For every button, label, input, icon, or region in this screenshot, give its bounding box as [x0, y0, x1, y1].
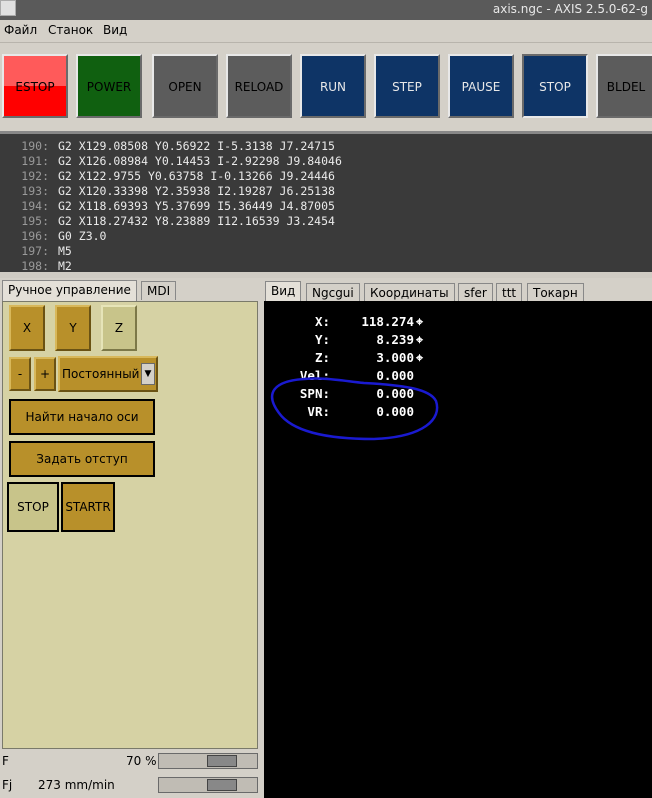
line-number: 190:: [21, 139, 49, 153]
line-number: 197:: [21, 244, 49, 258]
gcode-text: M5: [58, 244, 72, 258]
power-button[interactable]: POWER: [76, 54, 142, 118]
line-number: 191:: [21, 154, 49, 168]
feed-override-thumb[interactable]: [207, 755, 237, 767]
jog-plus-label: +: [39, 367, 51, 381]
pause-button[interactable]: PAUSE: [448, 54, 514, 118]
tab-view[interactable]: Вид: [265, 281, 302, 302]
power-label: POWER: [86, 80, 132, 94]
line-number: 194:: [21, 199, 49, 213]
chevron-down-icon[interactable]: ▼: [141, 363, 155, 385]
jog-speed-slider[interactable]: [158, 777, 258, 793]
line-number: 195:: [21, 214, 49, 228]
touch-off-label: Задать отступ: [36, 452, 128, 466]
home-axis-label: Найти начало оси: [25, 410, 139, 424]
line-number: 196:: [21, 229, 49, 243]
jog-speed-thumb[interactable]: [207, 779, 237, 791]
gcode-text: G2 X120.33398 Y2.35938 I2.19287 J6.25138: [58, 184, 335, 198]
open-button[interactable]: OPEN: [152, 54, 218, 118]
dro-display[interactable]: X: 118.274 ⌖ Y: 8.239 ⌖ Z: 3.000 ⌖ Vel: …: [264, 301, 652, 798]
gcode-line[interactable]: 197: M5: [0, 244, 72, 259]
jog-minus-button[interactable]: -: [9, 357, 31, 391]
tab-coordinates[interactable]: Координаты: [364, 283, 455, 302]
touch-off-button[interactable]: Задать отступ: [9, 441, 155, 477]
bldel-label: BLDEL: [606, 80, 646, 94]
window-title: axis.ngc - AXIS 2.5.0-62-g: [492, 2, 648, 16]
axis-y-button[interactable]: Y: [55, 305, 91, 351]
gcode-line[interactable]: 192: G2 X122.9755 Y0.63758 I-0.13266 J9.2…: [0, 169, 335, 184]
pause-label: PAUSE: [461, 80, 501, 94]
jog-minus-label: -: [17, 367, 23, 381]
step-button[interactable]: STEP: [374, 54, 440, 118]
gcode-line[interactable]: 193: G2 X120.33398 Y2.35938 I2.19287 J6.2…: [0, 184, 335, 199]
gcode-line[interactable]: 191: G2 X126.08984 Y0.14453 I-2.92298 J9.…: [0, 154, 342, 169]
bldel-button[interactable]: BLDEL: [596, 54, 652, 118]
gcode-line[interactable]: 196: G0 Z3.0: [0, 229, 106, 244]
jog-speed-row: Fj 273 mm/min: [0, 774, 262, 798]
tab-manual[interactable]: Ручное управление: [2, 280, 137, 301]
startr-button[interactable]: STARTR: [61, 482, 115, 532]
line-number: 193:: [21, 184, 49, 198]
tab-sfer[interactable]: sfer: [458, 283, 493, 302]
stop-button[interactable]: STOP: [522, 54, 588, 118]
menu-view[interactable]: Вид: [103, 23, 127, 37]
run-label: RUN: [319, 80, 347, 94]
jog-speed-label: Fj: [2, 778, 13, 792]
feed-override-slider[interactable]: [158, 753, 258, 769]
jog-mode-select[interactable]: Постоянный ▼: [58, 356, 158, 392]
step-label: STEP: [392, 80, 422, 94]
gcode-text: G2 X126.08984 Y0.14453 I-2.92298 J9.8404…: [58, 154, 342, 168]
menu-bar: Файл Станок Вид: [0, 20, 652, 43]
gcode-text: M2: [58, 259, 72, 273]
tab-ngcgui[interactable]: Ngcgui: [306, 283, 360, 302]
jog-plus-button[interactable]: +: [34, 357, 56, 391]
stop-label: STOP: [539, 80, 571, 94]
reload-button[interactable]: RELOAD: [226, 54, 292, 118]
axis-x-button[interactable]: X: [9, 305, 45, 351]
axis-z-button[interactable]: Z: [101, 305, 137, 351]
feed-override-row: F 70 %: [0, 750, 262, 774]
gcode-line[interactable]: 194: G2 X118.69393 Y5.37699 I5.36449 J4.8…: [0, 199, 335, 214]
axis-z-label: Z: [114, 321, 124, 335]
title-bar: axis.ngc - AXIS 2.5.0-62-g: [0, 0, 652, 20]
menu-machine[interactable]: Станок: [48, 23, 93, 37]
gcode-text: G2 X118.27432 Y8.23889 I12.16539 J3.2454: [58, 214, 335, 228]
home-axis-button[interactable]: Найти начало оси: [9, 399, 155, 435]
toolbar: ESTOP POWER OPEN RELOAD RUN STEP PAUSE S…: [0, 43, 652, 130]
tab-lathe[interactable]: Токарн: [527, 283, 584, 302]
gcode-text: G2 X118.69393 Y5.37699 I5.36449 J4.87005: [58, 199, 335, 213]
reload-label: RELOAD: [234, 80, 284, 94]
window-menu-icon[interactable]: [0, 0, 16, 16]
gcode-listing[interactable]: 190: G2 X129.08508 Y0.56922 I-5.3138 J7.2…: [0, 131, 652, 275]
gcode-line[interactable]: 190: G2 X129.08508 Y0.56922 I-5.3138 J7.2…: [0, 139, 335, 154]
run-button[interactable]: RUN: [300, 54, 366, 118]
feed-override-value: 70 %: [126, 754, 157, 768]
line-number: 192:: [21, 169, 49, 183]
estop-button[interactable]: ESTOP: [2, 54, 68, 118]
line-number: 198:: [21, 259, 49, 273]
estop-label: ESTOP: [15, 80, 55, 94]
manual-control-panel: X Y Z - + Постоянный ▼ Найти начало оси …: [2, 301, 258, 749]
menu-file[interactable]: Файл: [4, 23, 37, 37]
spindle-stop-button[interactable]: STOP: [7, 482, 59, 532]
annotation-circle: [270, 377, 439, 441]
gcode-line[interactable]: 195: G2 X118.27432 Y8.23889 I12.16539 J3.…: [0, 214, 335, 229]
feed-override-label: F: [2, 754, 9, 768]
axis-y-label: Y: [69, 321, 77, 335]
axis-x-label: X: [22, 321, 32, 335]
open-label: OPEN: [168, 80, 202, 94]
gcode-text: G2 X122.9755 Y0.63758 I-0.13266 J9.24446: [58, 169, 335, 183]
gcode-text: G0 Z3.0: [58, 229, 107, 243]
gcode-text: G2 X129.08508 Y0.56922 I-5.3138 J7.24715: [58, 139, 335, 153]
jog-speed-value: 273 mm/min: [38, 778, 115, 792]
spindle-stop-label: STOP: [17, 500, 49, 514]
startr-label: STARTR: [65, 500, 111, 514]
jog-mode-value: Постоянный: [62, 367, 140, 381]
tab-mdi[interactable]: MDI: [141, 281, 177, 300]
tab-ttt[interactable]: ttt: [496, 283, 523, 302]
